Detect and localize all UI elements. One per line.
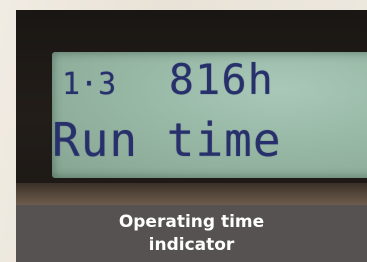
caption-line-1: Operating time	[118, 211, 265, 232]
caption-line-2: indicator	[148, 234, 235, 255]
caption-box: Operating time indicator	[16, 205, 367, 262]
photo-stage: 1·3 816h Run time Operating time indicat…	[0, 0, 367, 262]
device-photo: 1·3 816h Run time	[16, 10, 367, 205]
lcd-bottom-line: Run time	[52, 113, 282, 167]
lcd-display: 1·3 816h Run time	[52, 52, 367, 178]
lcd-top-line: 1·3 816h	[62, 56, 274, 109]
operating-hours-value: 816h	[168, 55, 274, 104]
lcd-prefix: 1·3	[62, 67, 117, 102]
